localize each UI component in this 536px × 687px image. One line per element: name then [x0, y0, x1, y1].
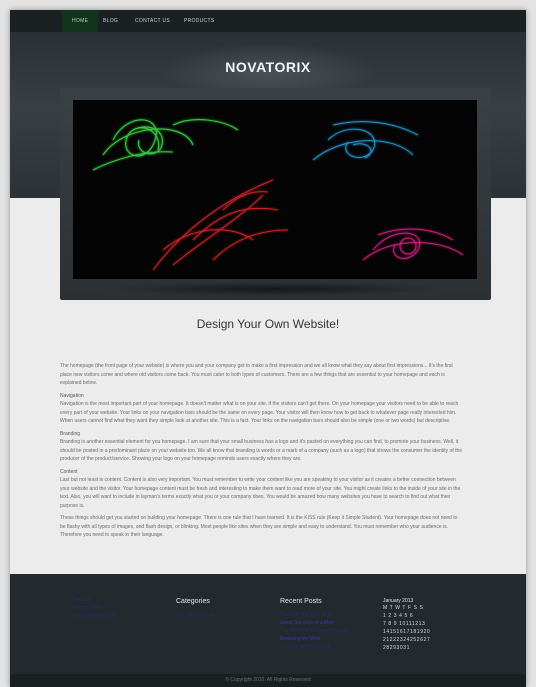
nav-item-blog[interactable]: BLOG [103, 10, 118, 32]
footer-recent-posts: Recent Posts How The Big Idea Gets Great… [280, 598, 348, 651]
section-text-branding: Branding is another essential element fo… [60, 439, 463, 462]
site-logo[interactable]: NOVATORIX [10, 59, 526, 75]
footer-link-privacy[interactable]: Privacy Policy [72, 604, 115, 612]
recent-post-link[interactable]: How The Big Idea Gets [280, 611, 348, 619]
calendar-week[interactable]: 21222324252627 [383, 636, 430, 644]
recent-post-link[interactable]: Browsing the Web [280, 635, 348, 643]
slider-shadow [105, 282, 445, 296]
section-text-content: Last but not least is content. Content i… [60, 477, 461, 509]
nav-item-home[interactable]: HOME [62, 10, 99, 32]
abstract-light-art [92, 119, 464, 271]
section-heading-branding: Branding [60, 430, 81, 437]
footer-calendar: January 2013 M T W T F S S 1 2 3 4 5 6 7… [383, 598, 430, 652]
page-tagline: Design Your Own Website! [196, 317, 340, 331]
recent-post-link[interactable]: Looking over Blogging [280, 643, 348, 651]
page: HOME BLOG CONTACT US PRODUCTS NOVATORIX [0, 0, 536, 687]
site-frame: HOME BLOG CONTACT US PRODUCTS NOVATORIX [10, 10, 526, 687]
section-heading-content: Content [60, 468, 78, 475]
hero-image [73, 100, 477, 279]
calendar-week[interactable]: 1 2 3 4 5 6 [383, 612, 430, 620]
calendar-week[interactable]: 28293031 [383, 644, 430, 652]
footer-links-column: Sitemap Privacy Policy Terms & Condition… [72, 596, 115, 620]
copyright-text: © Copyright 2010. All Rights Reserved [225, 677, 311, 683]
calendar-week[interactable]: 14151617181920 [383, 628, 430, 636]
closing-paragraph: These things should get you started on b… [60, 515, 458, 538]
categories-title: Categories [176, 598, 210, 605]
category-link[interactable]: Get Our Products [176, 611, 215, 619]
calendar-week[interactable]: 7 8 9 10111213 [383, 620, 430, 628]
calendar-weekdays: M T W T F S S [383, 605, 424, 611]
recent-post-link[interactable]: Great Success of a Man [280, 619, 348, 627]
intro-paragraph: The homepage (the front page of your web… [60, 363, 453, 386]
footer-bottom-bar: © Copyright 2010. All Rights Reserved [10, 674, 526, 687]
footer-categories: Categories Get Our Products [176, 598, 215, 619]
nav-item-products[interactable]: PRODUCTS [184, 10, 214, 32]
main-content: The homepage (the front page of your web… [60, 362, 464, 544]
site-footer: Sitemap Privacy Policy Terms & Condition… [10, 574, 526, 687]
footer-link-terms[interactable]: Terms & Conditions [72, 612, 115, 620]
recent-posts-title: Recent Posts [280, 598, 322, 605]
top-nav: HOME BLOG CONTACT US PRODUCTS [10, 10, 526, 33]
footer-link-sitemap[interactable]: Sitemap [72, 596, 115, 604]
nav-item-contact[interactable]: CONTACT US [135, 10, 170, 32]
section-heading-navigation: Navigation [60, 392, 84, 399]
section-text-navigation: Navigation is the most important part of… [60, 401, 459, 424]
recent-post-link[interactable]: The World of the Internet Ages [280, 627, 348, 635]
